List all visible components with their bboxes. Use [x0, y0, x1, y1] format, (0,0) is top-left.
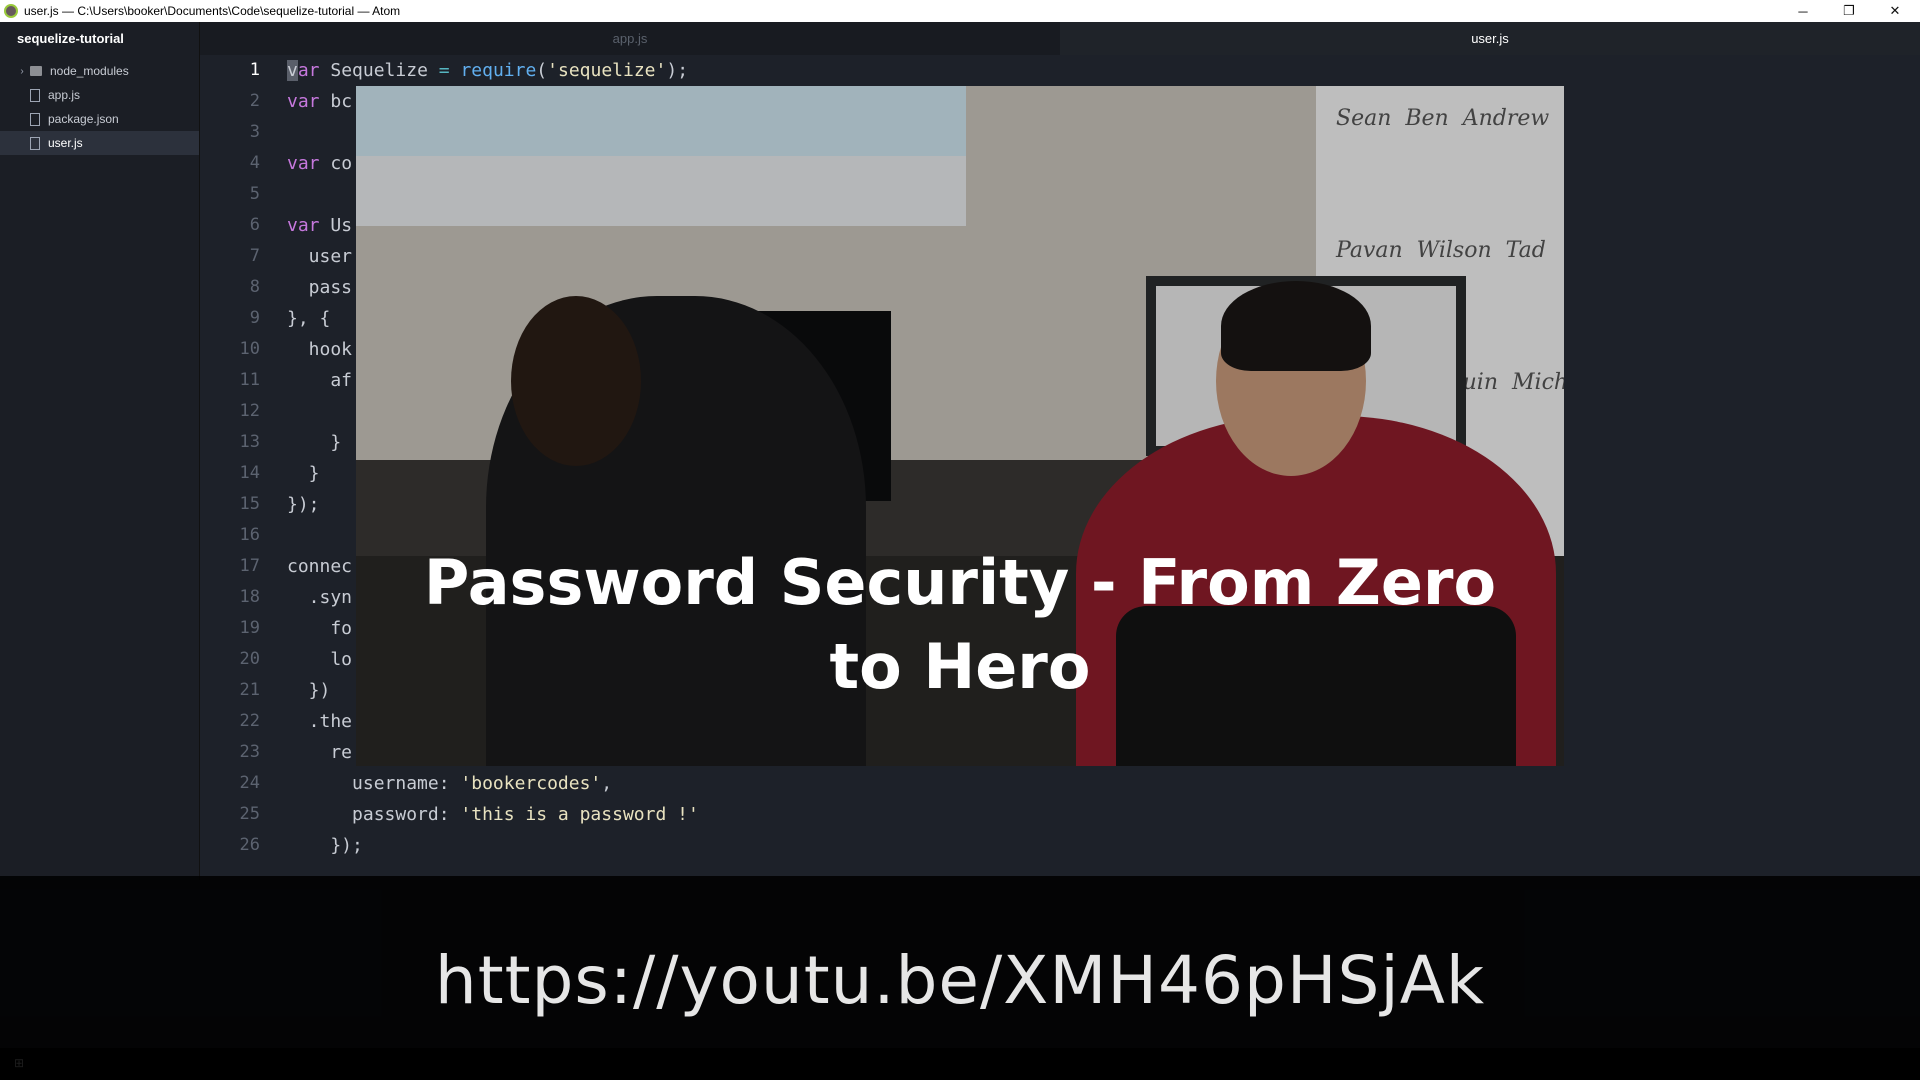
- line-number: 13: [239, 432, 260, 452]
- tab-bar: app.js user.js: [200, 22, 1920, 55]
- tab-app-js[interactable]: app.js: [200, 22, 1060, 55]
- line-number: 14: [239, 463, 260, 483]
- line-number: 25: [239, 804, 260, 824]
- file-icon: [30, 88, 40, 102]
- tree-item-user-js[interactable]: user.js: [0, 131, 199, 155]
- line-number-gutter: 1 2 3 4 5 6 7 8 9 10 11 12 13 14 15 16 1…: [200, 55, 260, 861]
- chevron-right-icon[interactable]: ›: [14, 66, 30, 77]
- line-number: 7: [249, 246, 260, 266]
- tree-item-node-modules[interactable]: › node_modules: [0, 59, 199, 83]
- line-number: 10: [239, 339, 260, 359]
- line-number: 5: [249, 184, 260, 204]
- line-number: 6: [249, 215, 260, 235]
- line-number: 18: [239, 587, 260, 607]
- url-banner: https://youtu.be/XMH46pHSjAk: [0, 876, 1920, 1048]
- line-number: 8: [249, 277, 260, 297]
- code-line[interactable]: var Sequelize = require('sequelize');: [287, 55, 699, 86]
- line-number: 1: [249, 60, 260, 80]
- line-number: 21: [239, 680, 260, 700]
- video-thumbnail[interactable]: Sean Ben Andrew Pavan Wilson Tad Willie …: [356, 86, 1564, 766]
- code-editor[interactable]: 1 2 3 4 5 6 7 8 9 10 11 12 13 14 15 16 1…: [200, 55, 1920, 880]
- line-number: 23: [239, 742, 260, 762]
- code-line[interactable]: });: [287, 830, 699, 861]
- restore-button[interactable]: ❐: [1826, 0, 1872, 22]
- tree-item-package-json[interactable]: package.json: [0, 107, 199, 131]
- file-icon: [30, 136, 40, 150]
- tree-item-label: app.js: [48, 88, 81, 102]
- code-line[interactable]: username: 'bookercodes',: [287, 768, 699, 799]
- file-icon: [30, 112, 40, 126]
- minimize-button[interactable]: ─: [1780, 0, 1826, 22]
- tree-item-label: node_modules: [50, 64, 129, 78]
- window-titlebar: user.js — C:\Users\booker\Documents\Code…: [0, 0, 1920, 22]
- project-root[interactable]: sequelize-tutorial: [0, 22, 199, 53]
- video-url[interactable]: https://youtu.be/XMH46pHSjAk: [0, 942, 1920, 1019]
- video-title: Password Security - From Zero to Hero: [423, 546, 1497, 703]
- line-number: 20: [239, 649, 260, 669]
- line-number: 2: [249, 91, 260, 111]
- line-number: 26: [239, 835, 260, 855]
- tab-user-js[interactable]: user.js: [1060, 22, 1920, 55]
- line-number: 19: [239, 618, 260, 638]
- line-number: 17: [239, 556, 260, 576]
- code-line[interactable]: password: 'this is a password !': [287, 799, 699, 830]
- tree-item-label: user.js: [48, 136, 83, 150]
- folder-icon: [30, 66, 42, 76]
- line-number: 12: [239, 401, 260, 421]
- atom-app-icon: [4, 4, 18, 18]
- windows-taskbar: ⊞: [0, 1048, 1920, 1080]
- line-number: 11: [239, 370, 260, 390]
- line-number: 9: [249, 308, 260, 328]
- tree-item-label: package.json: [48, 112, 119, 126]
- line-number: 3: [249, 122, 260, 142]
- line-number: 16: [239, 525, 260, 545]
- close-button[interactable]: ✕: [1872, 0, 1918, 22]
- windows-start-icon[interactable]: ⊞: [14, 1056, 24, 1070]
- tree-item-app-js[interactable]: app.js: [0, 83, 199, 107]
- tree-view: sequelize-tutorial › node_modules app.js…: [0, 22, 200, 880]
- line-number: 4: [249, 153, 260, 173]
- line-number: 22: [239, 711, 260, 731]
- window-title: user.js — C:\Users\booker\Documents\Code…: [24, 4, 401, 18]
- line-number: 24: [239, 773, 260, 793]
- line-number: 15: [239, 494, 260, 514]
